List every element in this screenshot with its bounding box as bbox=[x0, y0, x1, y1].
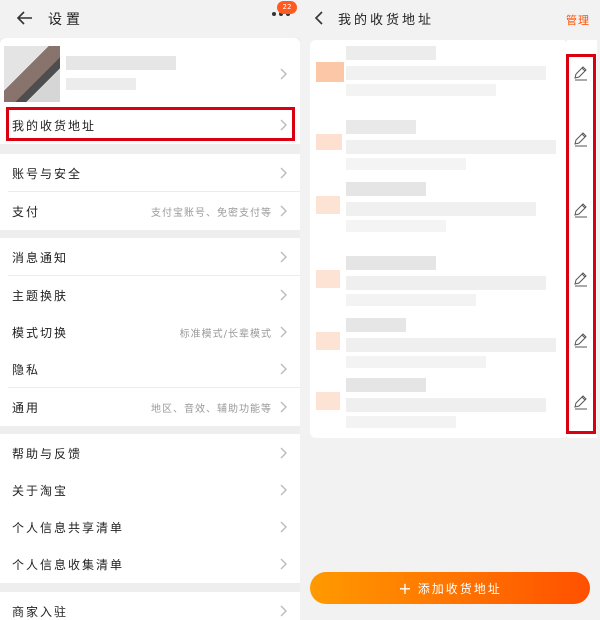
address-blurred-line1 bbox=[346, 66, 546, 80]
address-item[interactable] bbox=[310, 44, 568, 104]
address-blurred-line2 bbox=[346, 356, 486, 368]
address-blurred-name bbox=[346, 182, 426, 196]
back-chevron-icon[interactable] bbox=[314, 11, 324, 25]
address-blurred-line1 bbox=[346, 202, 536, 216]
edit-column bbox=[567, 40, 597, 438]
address-blurred-line2 bbox=[346, 294, 476, 306]
row-info-collection-list[interactable]: 个人信息收集清单 bbox=[0, 545, 300, 583]
settings-screen: 设置 22 我的收货地址 账号与安全 支付 支付宝账号、免密支付等 消息通知 主… bbox=[0, 0, 300, 620]
row-mode-switch[interactable]: 模式切换 标准模式/长辈模式 bbox=[0, 313, 300, 351]
edit-pencil-icon[interactable] bbox=[572, 331, 590, 349]
row-notifications[interactable]: 消息通知 bbox=[0, 238, 300, 276]
profile-blurred-subtitle bbox=[66, 78, 136, 90]
edit-pencil-icon[interactable] bbox=[572, 130, 590, 148]
app-root: 设置 22 我的收货地址 账号与安全 支付 支付宝账号、免密支付等 消息通知 主… bbox=[0, 0, 600, 620]
manage-button[interactable]: 管理 bbox=[566, 12, 590, 28]
address-blurred-line2 bbox=[346, 416, 456, 428]
add-address-button[interactable]: + 添加收货地址 bbox=[310, 572, 590, 604]
row-label: 商家入驻 bbox=[12, 605, 69, 619]
address-blurred-name bbox=[346, 46, 436, 60]
notification-badge: 22 bbox=[277, 1, 297, 14]
address-blurred-line2 bbox=[346, 158, 466, 170]
row-help-feedback[interactable]: 帮助与反馈 bbox=[0, 434, 300, 472]
address-item[interactable] bbox=[310, 180, 568, 240]
address-blurred-tag bbox=[316, 134, 342, 150]
profile-card[interactable] bbox=[0, 38, 300, 106]
chevron-right-icon bbox=[280, 401, 287, 413]
row-extra: 地区、音效、辅助功能等 bbox=[151, 404, 272, 415]
add-address-label: 添加收货地址 bbox=[417, 581, 502, 596]
row-label: 模式切换 bbox=[12, 326, 69, 340]
address-blurred-line1 bbox=[346, 140, 556, 154]
address-list bbox=[310, 40, 568, 438]
chevron-right-icon bbox=[280, 251, 287, 263]
address-blurred-name bbox=[346, 318, 406, 332]
chevron-right-icon bbox=[280, 205, 287, 217]
row-merchant-join[interactable]: 商家入驻 bbox=[0, 592, 300, 620]
address-blurred-line2 bbox=[346, 220, 446, 232]
address-blurred-name bbox=[346, 120, 416, 134]
my-address-row[interactable]: 我的收货地址 bbox=[0, 106, 300, 144]
row-label: 账号与安全 bbox=[12, 167, 83, 181]
row-label: 通用 bbox=[12, 401, 41, 415]
row-extra: 标准模式/长辈模式 bbox=[179, 329, 272, 340]
chevron-right-icon bbox=[280, 605, 287, 617]
chevron-right-icon bbox=[280, 521, 287, 533]
chevron-right-icon bbox=[280, 68, 287, 80]
row-extra: 支付宝账号、免密支付等 bbox=[151, 208, 272, 219]
row-label: 支付 bbox=[12, 205, 41, 219]
back-arrow-icon[interactable] bbox=[16, 9, 34, 27]
chevron-right-icon bbox=[280, 447, 287, 459]
row-label: 个人信息收集清单 bbox=[12, 558, 125, 572]
address-item[interactable] bbox=[310, 254, 568, 314]
my-address-label: 我的收货地址 bbox=[12, 119, 97, 133]
row-info-sharing-list[interactable]: 个人信息共享清单 bbox=[0, 508, 300, 546]
row-label: 主题换肤 bbox=[12, 289, 69, 303]
chevron-right-icon bbox=[280, 119, 287, 131]
row-label: 隐私 bbox=[12, 363, 41, 377]
chevron-right-icon bbox=[280, 484, 287, 496]
row-general[interactable]: 通用 地区、音效、辅助功能等 bbox=[0, 388, 300, 426]
address-item[interactable] bbox=[310, 316, 568, 376]
chevron-right-icon bbox=[280, 167, 287, 179]
address-blurred-name bbox=[346, 378, 426, 392]
chevron-right-icon bbox=[280, 558, 287, 570]
page-title: 我的收货地址 bbox=[338, 13, 435, 28]
address-blurred-line1 bbox=[346, 338, 556, 352]
address-screen: 我的收货地址 管理 + 添加收货地址 bbox=[300, 0, 600, 620]
address-blurred-tag bbox=[316, 332, 340, 350]
address-blurred-line1 bbox=[346, 276, 546, 290]
avatar bbox=[4, 46, 60, 102]
profile-blurred-name bbox=[66, 56, 176, 70]
address-item[interactable] bbox=[310, 118, 568, 178]
plus-icon: + bbox=[398, 578, 412, 598]
address-blurred-line2 bbox=[346, 84, 496, 96]
row-label: 帮助与反馈 bbox=[12, 447, 83, 461]
chevron-right-icon bbox=[280, 326, 287, 338]
edit-pencil-icon[interactable] bbox=[572, 201, 590, 219]
chevron-right-icon bbox=[280, 363, 287, 375]
edit-pencil-icon[interactable] bbox=[572, 393, 590, 411]
edit-pencil-icon[interactable] bbox=[572, 270, 590, 288]
row-theme[interactable]: 主题换肤 bbox=[0, 276, 300, 314]
address-header: 我的收货地址 管理 bbox=[300, 0, 600, 36]
row-payment[interactable]: 支付 支付宝账号、免密支付等 bbox=[0, 192, 300, 230]
chevron-right-icon bbox=[280, 289, 287, 301]
address-item[interactable] bbox=[310, 376, 568, 436]
row-privacy[interactable]: 隐私 bbox=[0, 350, 300, 388]
page-title: 设置 bbox=[48, 12, 84, 28]
address-blurred-tag bbox=[316, 392, 340, 410]
address-blurred-tag bbox=[316, 196, 340, 214]
row-label: 个人信息共享清单 bbox=[12, 521, 125, 535]
edit-pencil-icon[interactable] bbox=[572, 64, 590, 82]
row-account-security[interactable]: 账号与安全 bbox=[0, 154, 300, 192]
row-label: 关于淘宝 bbox=[12, 484, 69, 498]
settings-header: 设置 22 bbox=[0, 0, 300, 38]
address-blurred-name bbox=[346, 256, 436, 270]
address-blurred-tag bbox=[316, 62, 344, 82]
address-blurred-tag bbox=[316, 270, 340, 288]
row-label: 消息通知 bbox=[12, 251, 69, 265]
address-blurred-line1 bbox=[346, 398, 546, 412]
row-about-taobao[interactable]: 关于淘宝 bbox=[0, 471, 300, 509]
